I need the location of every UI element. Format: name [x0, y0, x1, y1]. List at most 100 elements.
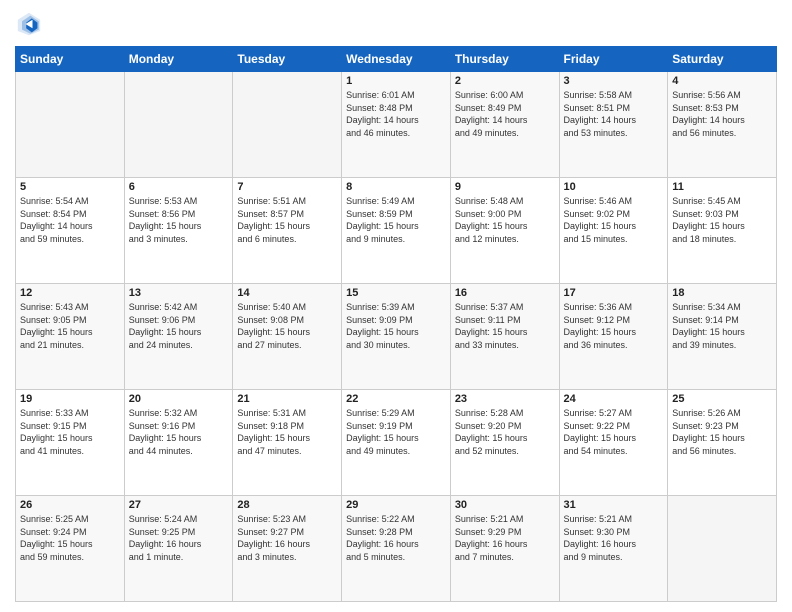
calendar-cell: 8 Sunrise: 5:49 AM Sunset: 8:59 PM Daylig… [342, 178, 451, 284]
day-header-tuesday: Tuesday [233, 47, 342, 72]
day-number: 4 [672, 75, 772, 87]
calendar-cell: 25 Sunrise: 5:26 AM Sunset: 9:23 PM Dayli… [668, 390, 777, 496]
day-number: 28 [237, 499, 337, 511]
day-number: 22 [346, 393, 446, 405]
day-number: 1 [346, 75, 446, 87]
cell-content: Sunrise: 5:24 AM Sunset: 9:25 PM Dayligh… [129, 513, 229, 563]
cell-content: Sunrise: 5:22 AM Sunset: 9:28 PM Dayligh… [346, 513, 446, 563]
day-number: 16 [455, 287, 555, 299]
cell-content: Sunrise: 5:33 AM Sunset: 9:15 PM Dayligh… [20, 407, 120, 457]
calendar-cell: 11 Sunrise: 5:45 AM Sunset: 9:03 PM Dayli… [668, 178, 777, 284]
day-number: 19 [20, 393, 120, 405]
cell-content: Sunrise: 5:37 AM Sunset: 9:11 PM Dayligh… [455, 301, 555, 351]
day-header-friday: Friday [559, 47, 668, 72]
cell-content: Sunrise: 5:26 AM Sunset: 9:23 PM Dayligh… [672, 407, 772, 457]
day-number: 24 [564, 393, 664, 405]
day-number: 3 [564, 75, 664, 87]
calendar-cell: 16 Sunrise: 5:37 AM Sunset: 9:11 PM Dayli… [450, 284, 559, 390]
day-number: 15 [346, 287, 446, 299]
calendar-cell: 4Sunrise: 5:56 AM Sunset: 8:53 PM Daylig… [668, 72, 777, 178]
calendar-cell: 17 Sunrise: 5:36 AM Sunset: 9:12 PM Dayli… [559, 284, 668, 390]
day-header-thursday: Thursday [450, 47, 559, 72]
day-number: 2 [455, 75, 555, 87]
week-row-4: 19 Sunrise: 5:33 AM Sunset: 9:15 PM Dayli… [16, 390, 777, 496]
calendar-cell: 26 Sunrise: 5:25 AM Sunset: 9:24 PM Dayli… [16, 496, 125, 602]
calendar-cell: 10 Sunrise: 5:46 AM Sunset: 9:02 PM Dayli… [559, 178, 668, 284]
calendar-cell: 12Sunrise: 5:43 AM Sunset: 9:05 PM Dayli… [16, 284, 125, 390]
calendar-cell [124, 72, 233, 178]
cell-content: Sunrise: 5:58 AM Sunset: 8:51 PM Dayligh… [564, 89, 664, 139]
calendar-cell: 2 Sunrise: 6:00 AM Sunset: 8:49 PM Daylig… [450, 72, 559, 178]
day-number: 27 [129, 499, 229, 511]
cell-content: Sunrise: 5:21 AM Sunset: 9:29 PM Dayligh… [455, 513, 555, 563]
day-number: 23 [455, 393, 555, 405]
day-number: 10 [564, 181, 664, 193]
day-header-wednesday: Wednesday [342, 47, 451, 72]
calendar-cell: 31 Sunrise: 5:21 AM Sunset: 9:30 PM Dayli… [559, 496, 668, 602]
cell-content: Sunrise: 5:45 AM Sunset: 9:03 PM Dayligh… [672, 195, 772, 245]
cell-content: Sunrise: 5:23 AM Sunset: 9:27 PM Dayligh… [237, 513, 337, 563]
day-number: 31 [564, 499, 664, 511]
calendar-cell: 27 Sunrise: 5:24 AM Sunset: 9:25 PM Dayli… [124, 496, 233, 602]
calendar-cell: 20 Sunrise: 5:32 AM Sunset: 9:16 PM Dayli… [124, 390, 233, 496]
calendar-cell: 21Sunrise: 5:31 AM Sunset: 9:18 PM Dayli… [233, 390, 342, 496]
cell-content: Sunrise: 5:48 AM Sunset: 9:00 PM Dayligh… [455, 195, 555, 245]
calendar-cell: 29 Sunrise: 5:22 AM Sunset: 9:28 PM Dayli… [342, 496, 451, 602]
week-row-1: 1 Sunrise: 6:01 AM Sunset: 8:48 PM Daylig… [16, 72, 777, 178]
day-number: 18 [672, 287, 772, 299]
cell-content: Sunrise: 5:21 AM Sunset: 9:30 PM Dayligh… [564, 513, 664, 563]
day-number: 9 [455, 181, 555, 193]
calendar-cell: 18 Sunrise: 5:34 AM Sunset: 9:14 PM Dayli… [668, 284, 777, 390]
calendar-cell: 1 Sunrise: 6:01 AM Sunset: 8:48 PM Daylig… [342, 72, 451, 178]
cell-content: Sunrise: 5:34 AM Sunset: 9:14 PM Dayligh… [672, 301, 772, 351]
day-number: 26 [20, 499, 120, 511]
cell-content: Sunrise: 6:00 AM Sunset: 8:49 PM Dayligh… [455, 89, 555, 139]
cell-content: Sunrise: 5:42 AM Sunset: 9:06 PM Dayligh… [129, 301, 229, 351]
cell-content: Sunrise: 5:28 AM Sunset: 9:20 PM Dayligh… [455, 407, 555, 457]
page: SundayMondayTuesdayWednesdayThursdayFrid… [0, 0, 792, 612]
cell-content: Sunrise: 5:46 AM Sunset: 9:02 PM Dayligh… [564, 195, 664, 245]
day-number: 25 [672, 393, 772, 405]
week-row-5: 26 Sunrise: 5:25 AM Sunset: 9:24 PM Dayli… [16, 496, 777, 602]
cell-content: Sunrise: 5:31 AM Sunset: 9:18 PM Dayligh… [237, 407, 337, 457]
day-number: 14 [237, 287, 337, 299]
calendar-cell: 7Sunrise: 5:51 AM Sunset: 8:57 PM Daylig… [233, 178, 342, 284]
day-number: 30 [455, 499, 555, 511]
day-number: 5 [20, 181, 120, 193]
cell-content: Sunrise: 5:29 AM Sunset: 9:19 PM Dayligh… [346, 407, 446, 457]
cell-content: Sunrise: 5:25 AM Sunset: 9:24 PM Dayligh… [20, 513, 120, 563]
day-number: 20 [129, 393, 229, 405]
cell-content: Sunrise: 5:32 AM Sunset: 9:16 PM Dayligh… [129, 407, 229, 457]
cell-content: Sunrise: 5:36 AM Sunset: 9:12 PM Dayligh… [564, 301, 664, 351]
calendar-cell: 3 Sunrise: 5:58 AM Sunset: 8:51 PM Daylig… [559, 72, 668, 178]
cell-content: Sunrise: 5:53 AM Sunset: 8:56 PM Dayligh… [129, 195, 229, 245]
calendar-cell: 22 Sunrise: 5:29 AM Sunset: 9:19 PM Dayli… [342, 390, 451, 496]
calendar-cell [668, 496, 777, 602]
calendar-cell: 9 Sunrise: 5:48 AM Sunset: 9:00 PM Daylig… [450, 178, 559, 284]
header [15, 10, 777, 38]
cell-content: Sunrise: 5:51 AM Sunset: 8:57 PM Dayligh… [237, 195, 337, 245]
calendar-cell: 28 Sunrise: 5:23 AM Sunset: 9:27 PM Dayli… [233, 496, 342, 602]
header-row: SundayMondayTuesdayWednesdayThursdayFrid… [16, 47, 777, 72]
calendar-cell: 13 Sunrise: 5:42 AM Sunset: 9:06 PM Dayli… [124, 284, 233, 390]
cell-content: Sunrise: 5:39 AM Sunset: 9:09 PM Dayligh… [346, 301, 446, 351]
calendar-cell: 19 Sunrise: 5:33 AM Sunset: 9:15 PM Dayli… [16, 390, 125, 496]
cell-content: Sunrise: 5:54 AM Sunset: 8:54 PM Dayligh… [20, 195, 120, 245]
calendar-cell: 15 Sunrise: 5:39 AM Sunset: 9:09 PM Dayli… [342, 284, 451, 390]
day-number: 17 [564, 287, 664, 299]
week-row-3: 12Sunrise: 5:43 AM Sunset: 9:05 PM Dayli… [16, 284, 777, 390]
calendar-cell [233, 72, 342, 178]
day-number: 29 [346, 499, 446, 511]
day-number: 8 [346, 181, 446, 193]
cell-content: Sunrise: 6:01 AM Sunset: 8:48 PM Dayligh… [346, 89, 446, 139]
day-number: 11 [672, 181, 772, 193]
day-number: 13 [129, 287, 229, 299]
cell-content: Sunrise: 5:49 AM Sunset: 8:59 PM Dayligh… [346, 195, 446, 245]
day-header-monday: Monday [124, 47, 233, 72]
calendar-cell: 30 Sunrise: 5:21 AM Sunset: 9:29 PM Dayli… [450, 496, 559, 602]
calendar-cell: 14Sunrise: 5:40 AM Sunset: 9:08 PM Dayli… [233, 284, 342, 390]
logo [15, 10, 47, 38]
day-number: 6 [129, 181, 229, 193]
day-number: 12 [20, 287, 120, 299]
calendar-cell: 5 Sunrise: 5:54 AM Sunset: 8:54 PM Daylig… [16, 178, 125, 284]
